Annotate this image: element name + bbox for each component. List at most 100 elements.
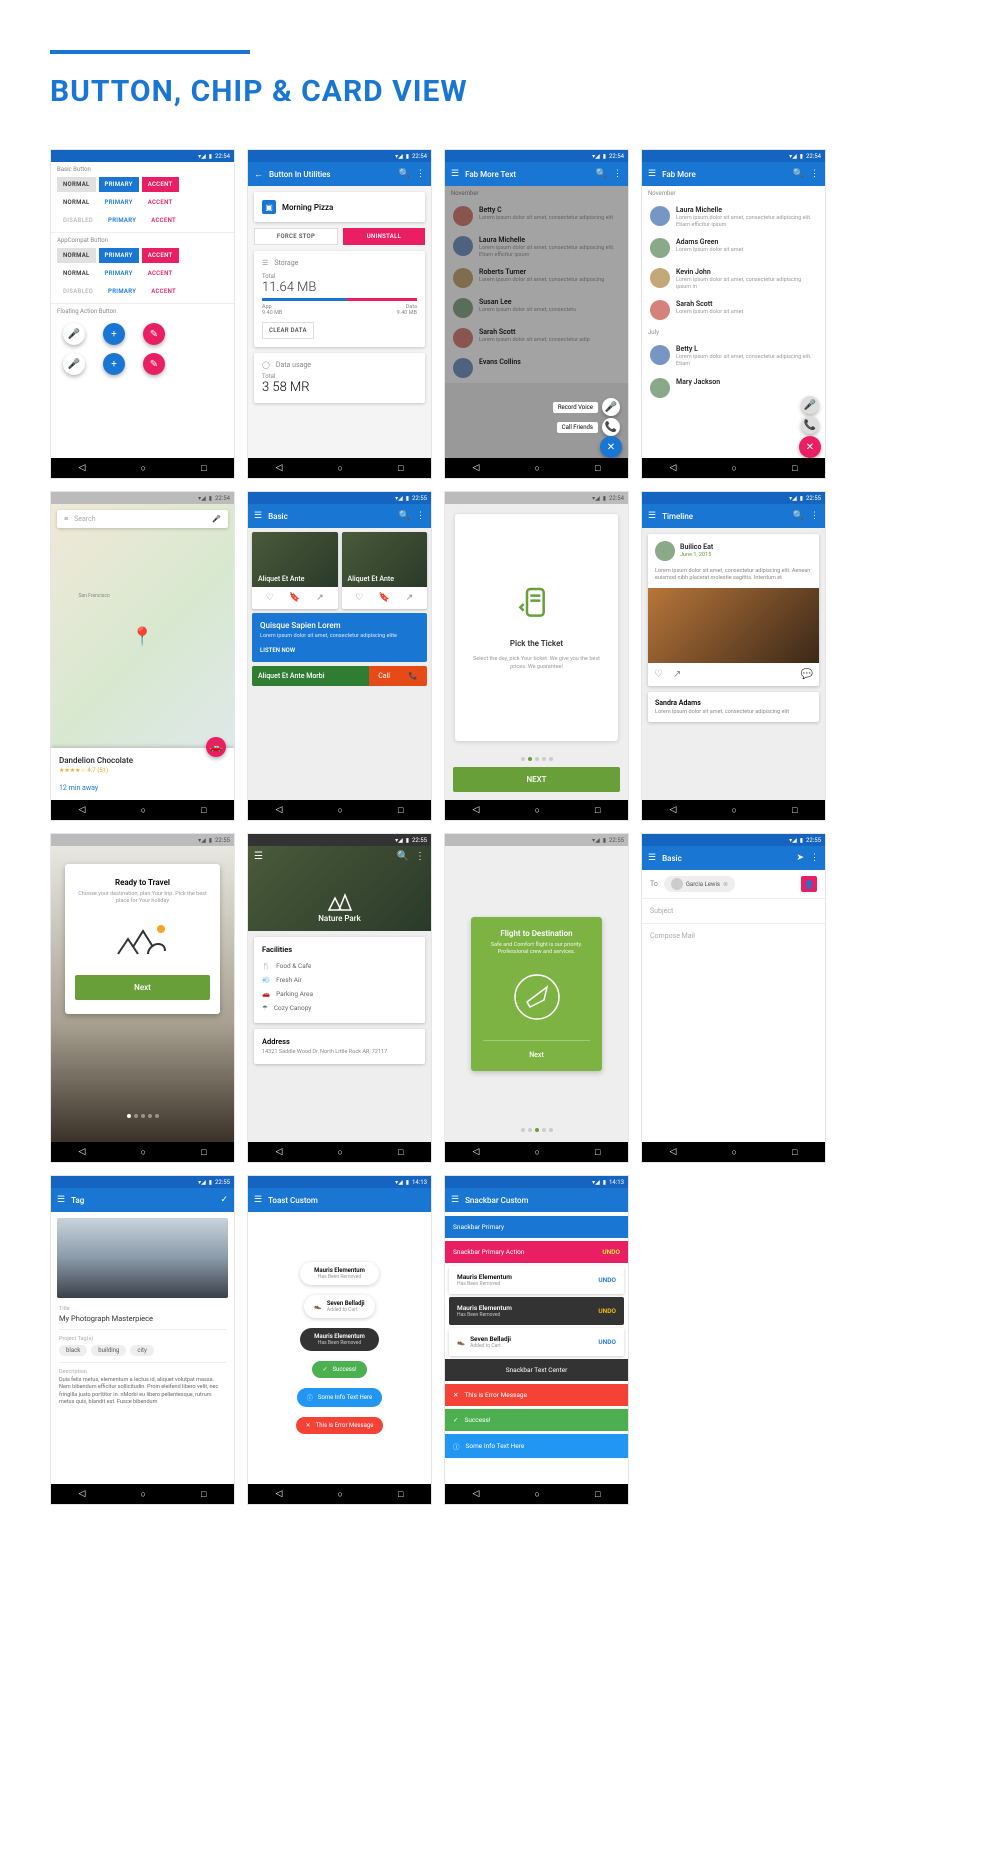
more-icon[interactable]: ⋮ <box>416 169 425 179</box>
menu-icon[interactable]: ☰ <box>451 169 459 179</box>
more-icon[interactable]: ⋮ <box>810 169 819 179</box>
btn-flat-accent2[interactable]: ACCENT <box>145 213 182 228</box>
btn-flat-accent[interactable]: ACCENT <box>142 195 179 210</box>
info-icon: ⓘ <box>453 1441 460 1451</box>
fab-call[interactable]: 📞 <box>602 418 620 436</box>
fab-edit[interactable]: ✎ <box>143 323 165 345</box>
btn-flat-primary2[interactable]: PRIMARY <box>102 213 142 228</box>
force-stop-button[interactable]: FORCE STOP <box>254 228 338 245</box>
more-icon[interactable]: ⋮ <box>810 853 819 863</box>
heart-icon[interactable]: ♡ <box>355 593 363 603</box>
screen-tag: ▾◢▮22:55 ☰Tag✓ Title My Photograph Maste… <box>50 1175 235 1505</box>
heart-icon[interactable]: ♡ <box>654 669 663 680</box>
fab-add[interactable]: + <box>103 323 125 345</box>
next-button[interactable]: NEXT <box>453 767 620 792</box>
fab-add[interactable]: + <box>103 353 125 375</box>
heart-icon[interactable]: ♡ <box>266 593 274 603</box>
menu-icon[interactable]: ≡ <box>64 515 68 523</box>
add-contact-button[interactable]: 👤 <box>801 876 817 892</box>
undo-button[interactable]: UNDO <box>602 1248 620 1256</box>
phone-icon: 📞 <box>409 672 418 680</box>
title-input[interactable]: My Photograph Masterpiece <box>51 1314 234 1329</box>
uninstall-button[interactable]: UNINSTALL <box>343 228 425 245</box>
btn-primary[interactable]: PRIMARY <box>99 248 139 263</box>
fab-close[interactable]: ✕ <box>600 436 622 458</box>
btn-flat-normal[interactable]: NORMAL <box>57 266 96 281</box>
share-icon[interactable]: ↗ <box>406 593 414 603</box>
next-button[interactable]: Next <box>75 975 210 1000</box>
menu-icon[interactable]: ☰ <box>57 1195 65 1205</box>
accent-line <box>50 50 250 54</box>
btn-accent[interactable]: ACCENT <box>142 177 179 192</box>
tag-chip[interactable]: building <box>91 1345 126 1356</box>
menu-icon[interactable]: ☰ <box>648 169 656 179</box>
btn-disabled: DISABLED <box>57 284 99 299</box>
rating: ★★★★☆ 4.7 (51) <box>59 767 226 774</box>
btn-flat-accent[interactable]: ACCENT <box>142 266 179 281</box>
search-icon[interactable]: 🔍 <box>596 169 607 179</box>
search-icon[interactable]: 🔍 <box>397 851 409 862</box>
subject-input[interactable]: Subject <box>642 899 825 924</box>
menu-icon[interactable]: ☰ <box>648 853 656 863</box>
btn-flat-normal[interactable]: NORMAL <box>57 195 96 210</box>
menu-icon[interactable]: ☰ <box>648 511 656 521</box>
btn-normal[interactable]: NORMAL <box>57 248 96 263</box>
undo-button[interactable]: UNDO <box>598 1338 616 1346</box>
undo-button[interactable]: UNDO <box>598 1307 616 1315</box>
body-input[interactable]: Compose Mail <box>642 924 825 948</box>
menu-icon[interactable]: ☰ <box>451 1195 459 1205</box>
more-icon[interactable]: ⋮ <box>415 851 425 862</box>
menu-icon[interactable]: ☰ <box>254 511 262 521</box>
back-icon[interactable]: ◁ <box>79 463 86 473</box>
home-icon[interactable]: ○ <box>141 463 146 474</box>
call-button[interactable]: Call📞 <box>369 666 427 686</box>
bookmark-icon[interactable]: 🔖 <box>289 593 300 603</box>
share-icon[interactable]: ↗ <box>673 669 681 680</box>
search-input[interactable]: Search <box>74 515 206 523</box>
btn-normal[interactable]: NORMAL <box>57 177 96 192</box>
fab-mic[interactable]: 🎤 <box>63 353 85 375</box>
section-label: Floating Action Button <box>51 304 234 319</box>
search-icon[interactable]: 🔍 <box>793 169 804 179</box>
tag-chip[interactable]: black <box>59 1345 87 1356</box>
search-icon[interactable]: 🔍 <box>399 169 410 179</box>
next-button[interactable]: Next <box>483 1047 589 1059</box>
fab-call[interactable]: 📞 <box>801 416 819 434</box>
description-input[interactable]: Duis felis metus, elementum a lectus id,… <box>51 1377 234 1407</box>
search-icon[interactable]: 🔍 <box>793 511 804 521</box>
toast-success: ✓Success! <box>312 1361 366 1378</box>
mic-icon[interactable]: 🎤 <box>212 515 221 523</box>
fab-close[interactable]: ✕ <box>799 436 821 458</box>
screen-buttons: ▾◢▮22:54 Basic Button NORMALPRIMARYACCEN… <box>50 149 235 479</box>
recipient-chip[interactable]: Garcia Lewis⊗ <box>664 876 735 892</box>
send-icon[interactable]: ➤ <box>796 853 804 863</box>
bookmark-icon[interactable]: 🔖 <box>379 593 390 603</box>
more-icon[interactable]: ⋮ <box>613 169 622 179</box>
fab-voice[interactable]: 🎤 <box>602 398 620 416</box>
menu-icon[interactable]: ☰ <box>254 851 263 862</box>
more-icon[interactable]: ⋮ <box>810 511 819 521</box>
close-icon: ✕ <box>306 1422 311 1429</box>
clear-data-button[interactable]: CLEAR DATA <box>262 322 314 339</box>
comment-icon[interactable]: 💬 <box>801 669 813 680</box>
menu-icon[interactable]: ☰ <box>254 1195 262 1205</box>
share-icon[interactable]: ↗ <box>316 593 324 603</box>
btn-flat-primary2[interactable]: PRIMARY <box>102 284 142 299</box>
fab-mic[interactable]: 🎤 <box>63 323 85 345</box>
recent-icon[interactable]: □ <box>201 463 206 474</box>
back-icon[interactable]: ← <box>254 169 263 180</box>
more-icon[interactable]: ⋮ <box>416 511 425 521</box>
btn-primary[interactable]: PRIMARY <box>99 177 139 192</box>
fab-mic[interactable]: 🎤 <box>801 396 819 414</box>
btn-flat-primary[interactable]: PRIMARY <box>99 195 139 210</box>
undo-button[interactable]: UNDO <box>598 1276 616 1284</box>
listen-button[interactable]: LISTEN NOW <box>260 647 419 654</box>
btn-flat-primary[interactable]: PRIMARY <box>99 266 139 281</box>
fab-edit[interactable]: ✎ <box>143 353 165 375</box>
check-icon[interactable]: ✓ <box>220 1195 228 1205</box>
fab-directions[interactable]: 🚗 <box>206 737 226 757</box>
search-icon[interactable]: 🔍 <box>399 511 410 521</box>
tag-chip[interactable]: city <box>130 1345 153 1356</box>
btn-flat-accent2[interactable]: ACCENT <box>145 284 182 299</box>
btn-accent[interactable]: ACCENT <box>142 248 179 263</box>
